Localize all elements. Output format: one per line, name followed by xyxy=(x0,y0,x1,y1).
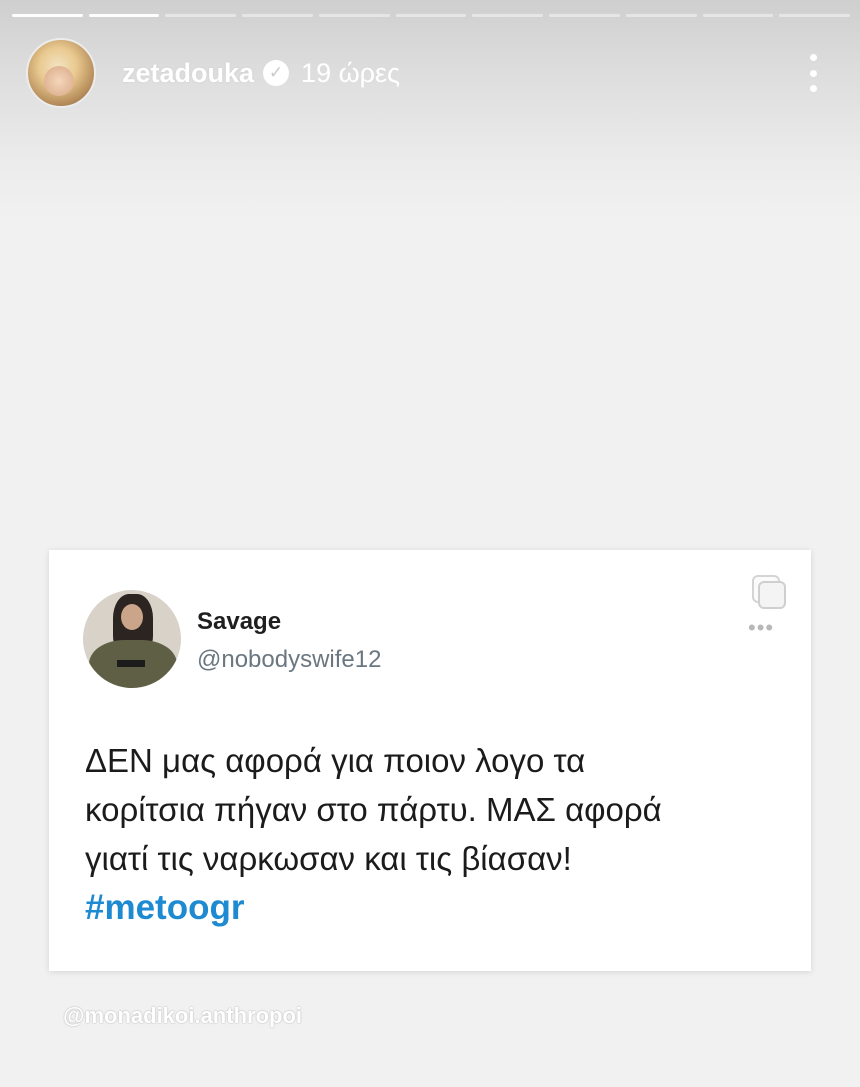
top-gradient xyxy=(0,0,860,220)
progress-segment xyxy=(88,14,160,17)
tweet-author-name: Savage xyxy=(197,608,282,635)
story-header: zetadouka ✓ 19 ώρες xyxy=(26,38,836,108)
vertical-ellipsis-icon[interactable] xyxy=(808,54,818,92)
progress-segment xyxy=(12,14,83,17)
progress-segment xyxy=(165,14,237,17)
story-time: 19 ώρες xyxy=(301,57,401,88)
progress-segment xyxy=(779,14,851,17)
tweet-card: Savage @nobodyswife12 ••• ΔΕΝ μας αφορά … xyxy=(49,550,811,971)
progress-segment xyxy=(242,14,313,17)
progress-segment xyxy=(702,14,774,17)
copy-icon xyxy=(752,575,788,609)
tweet-author-handle: @nobodyswife12 xyxy=(197,646,382,673)
progress-segment xyxy=(549,14,620,17)
tweet-hashtag[interactable]: #metoogr xyxy=(85,883,785,932)
story-username[interactable]: zetadouka xyxy=(122,58,254,89)
horizontal-ellipsis-icon: ••• xyxy=(748,615,775,640)
tweet-avatar xyxy=(83,590,181,688)
story-progress-bar xyxy=(12,14,851,18)
progress-segment xyxy=(472,14,544,17)
tweet-text-line: κορίτσια πήγαν στο πάρτυ. ΜΑΣ αφορά xyxy=(85,791,662,828)
tweet-text-line: γιατί τις ναρκωσαν και τις βίασαν! xyxy=(85,840,572,877)
profile-avatar[interactable] xyxy=(26,38,96,108)
progress-segment xyxy=(318,14,390,17)
tweet-text-line: ΔΕΝ μας αφορά για ποιον λογο τα xyxy=(85,742,586,779)
watermark: @monadikoi.anthropoi xyxy=(63,1003,303,1028)
tweet-text: ΔΕΝ μας αφορά για ποιον λογο τα κορίτσια… xyxy=(85,736,785,932)
verified-check-icon: ✓ xyxy=(263,60,290,86)
progress-segment xyxy=(395,14,467,17)
progress-segment xyxy=(625,14,697,17)
